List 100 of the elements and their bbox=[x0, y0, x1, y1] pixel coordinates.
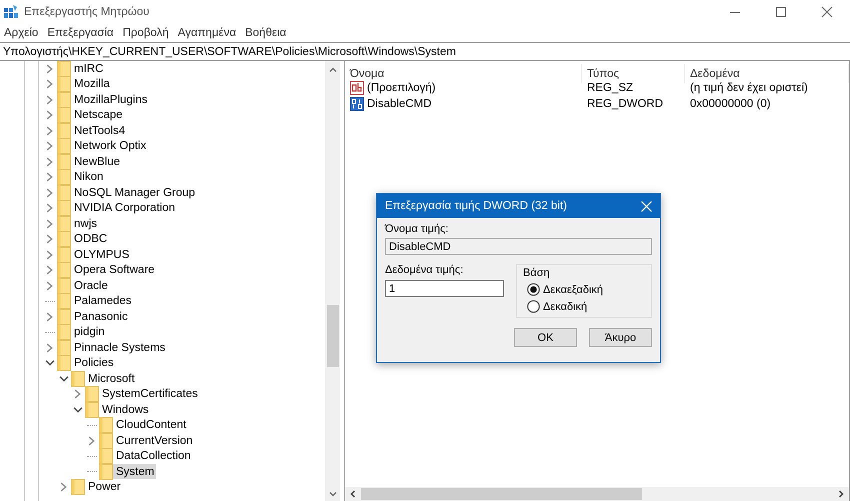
column-header[interactable]: Δεδομένα bbox=[685, 64, 849, 83]
folder-icon bbox=[99, 464, 113, 480]
folder-icon bbox=[57, 154, 71, 170]
expand-chevron-icon[interactable] bbox=[45, 141, 55, 152]
expand-chevron-icon[interactable] bbox=[59, 482, 69, 492]
group-label: Βάση bbox=[523, 267, 551, 279]
collapse-chevron-icon[interactable] bbox=[45, 358, 55, 368]
tree-item[interactable]: OLYMPUS bbox=[57, 247, 132, 262]
collapse-chevron-icon[interactable] bbox=[59, 374, 69, 384]
tree-item[interactable]: DataCollection bbox=[99, 448, 193, 464]
radio-button[interactable] bbox=[527, 283, 540, 296]
folder-icon bbox=[99, 417, 113, 434]
app-icon bbox=[4, 5, 18, 19]
string-value-icon bbox=[350, 81, 364, 95]
scrollbar-thumb[interactable] bbox=[361, 488, 642, 500]
tree-item[interactable]: Opera Software bbox=[57, 262, 157, 278]
expand-chevron-icon[interactable] bbox=[45, 188, 55, 198]
tree-item[interactable]: Palamedes bbox=[57, 294, 134, 309]
expand-chevron-icon[interactable] bbox=[45, 250, 55, 260]
address-bar[interactable]: Υπολογιστής\HKEY_CURRENT_USER\SOFTWARE\Policies\Microsoft\Windows\System bbox=[3, 46, 456, 58]
expand-chevron-icon[interactable] bbox=[45, 342, 55, 353]
tree-item[interactable]: CurrentVersion bbox=[99, 433, 195, 448]
expand-chevron-icon[interactable] bbox=[45, 234, 55, 244]
folder-icon bbox=[57, 246, 71, 263]
value-name-cell[interactable]: DisableCMD bbox=[345, 96, 582, 112]
scroll-down-icon[interactable] bbox=[328, 489, 338, 499]
expand-chevron-icon[interactable] bbox=[73, 389, 83, 400]
expand-chevron-icon[interactable] bbox=[45, 203, 55, 214]
vertical-scrollbar[interactable] bbox=[325, 61, 340, 501]
column-header[interactable]: Τύπος bbox=[582, 64, 685, 83]
horizontal-scrollbar[interactable] bbox=[345, 487, 849, 501]
tree-item[interactable]: CloudContent bbox=[99, 418, 188, 433]
expand-chevron-icon[interactable] bbox=[87, 436, 97, 446]
menu-item[interactable]: Επεξεργασία bbox=[47, 26, 114, 40]
tree-item[interactable]: Windows bbox=[85, 402, 151, 418]
value-type: REG_DWORD bbox=[586, 97, 664, 112]
expand-chevron-icon[interactable] bbox=[45, 156, 55, 167]
scrollbar-thumb[interactable] bbox=[326, 305, 338, 367]
tree-item[interactable]: Power bbox=[71, 480, 123, 495]
folder-icon bbox=[57, 138, 71, 154]
tree-item[interactable]: ODBC bbox=[57, 232, 110, 247]
folder-icon bbox=[85, 402, 99, 418]
expand-chevron-icon[interactable] bbox=[45, 172, 55, 182]
tree-item[interactable]: pidgin bbox=[57, 324, 107, 340]
radio-label[interactable]: Δεκαδική bbox=[543, 300, 588, 312]
value-name-field: DisableCMD bbox=[385, 238, 652, 255]
menu-item[interactable]: Αρχείο bbox=[4, 26, 38, 40]
expand-chevron-icon[interactable] bbox=[45, 110, 55, 120]
value-data-field[interactable]: 1 bbox=[385, 280, 504, 297]
binary-value-icon bbox=[350, 97, 364, 111]
scroll-left-icon[interactable] bbox=[348, 489, 358, 499]
tree-item[interactable]: NoSQL Manager Group bbox=[57, 185, 198, 200]
tree-item[interactable]: NVIDIA Corporation bbox=[57, 200, 177, 216]
tree-item[interactable]: Oracle bbox=[57, 278, 110, 294]
expand-chevron-icon[interactable] bbox=[45, 94, 55, 105]
expand-chevron-icon[interactable] bbox=[45, 79, 55, 90]
tree-item[interactable]: nwjs bbox=[57, 216, 100, 232]
menu-item[interactable]: Προβολή bbox=[122, 26, 169, 40]
expand-chevron-icon[interactable] bbox=[45, 126, 55, 136]
tree-item[interactable]: NewBlue bbox=[57, 154, 122, 170]
tree-item[interactable]: Policies bbox=[57, 356, 116, 371]
dialog-button[interactable]: Άκυρο bbox=[589, 328, 652, 347]
folder-icon bbox=[57, 200, 71, 216]
tree-item[interactable]: System bbox=[99, 464, 156, 480]
menu-item[interactable]: Αγαπημένα bbox=[178, 26, 236, 40]
expand-chevron-icon[interactable] bbox=[45, 265, 55, 276]
folder-icon bbox=[57, 76, 71, 92]
radio-button[interactable] bbox=[527, 300, 540, 313]
scroll-right-icon[interactable] bbox=[836, 489, 846, 499]
tree-item[interactable]: MozillaPlugins bbox=[57, 92, 150, 108]
tree-item[interactable]: mIRC bbox=[57, 61, 106, 76]
expand-chevron-icon[interactable] bbox=[45, 280, 55, 291]
folder-icon bbox=[57, 122, 71, 139]
tree-item[interactable]: Mozilla bbox=[57, 76, 112, 92]
folder-icon bbox=[71, 370, 85, 387]
tree-item[interactable]: Panasonic bbox=[57, 309, 130, 324]
value-name-cell[interactable]: (Προεπιλογή) bbox=[345, 80, 582, 96]
folder-icon bbox=[99, 432, 113, 449]
tree-item[interactable]: Network Optix bbox=[57, 138, 148, 154]
radio-label[interactable]: Δεκαεξαδική bbox=[543, 284, 604, 296]
value-data: (η τιμή δεν έχει οριστεί) bbox=[689, 81, 809, 96]
expand-chevron-icon[interactable] bbox=[45, 312, 55, 322]
folder-icon bbox=[85, 386, 99, 402]
folder-icon bbox=[57, 324, 71, 340]
tree-item[interactable]: Microsoft bbox=[71, 371, 137, 386]
expand-chevron-icon[interactable] bbox=[45, 218, 55, 229]
folder-icon bbox=[57, 184, 71, 201]
dialog-button[interactable]: OK bbox=[514, 328, 577, 347]
close-button[interactable] bbox=[641, 200, 652, 212]
menu-item[interactable]: Βοήθεια bbox=[245, 26, 286, 40]
tree-item[interactable]: SystemCertificates bbox=[85, 386, 200, 402]
tree-item[interactable]: Netscape bbox=[57, 108, 125, 123]
dialog-title: Επεξεργασία τιμής DWORD (32 bit) bbox=[385, 200, 568, 212]
tree-item[interactable]: Pinnacle Systems bbox=[57, 340, 168, 356]
folder-icon bbox=[71, 479, 85, 496]
tree-item[interactable]: NetTools4 bbox=[57, 123, 128, 138]
expand-chevron-icon[interactable] bbox=[45, 64, 55, 74]
tree-item[interactable]: Nikon bbox=[57, 170, 106, 185]
value-name: (Προεπιλογή) bbox=[367, 82, 436, 94]
collapse-chevron-icon[interactable] bbox=[73, 404, 83, 415]
